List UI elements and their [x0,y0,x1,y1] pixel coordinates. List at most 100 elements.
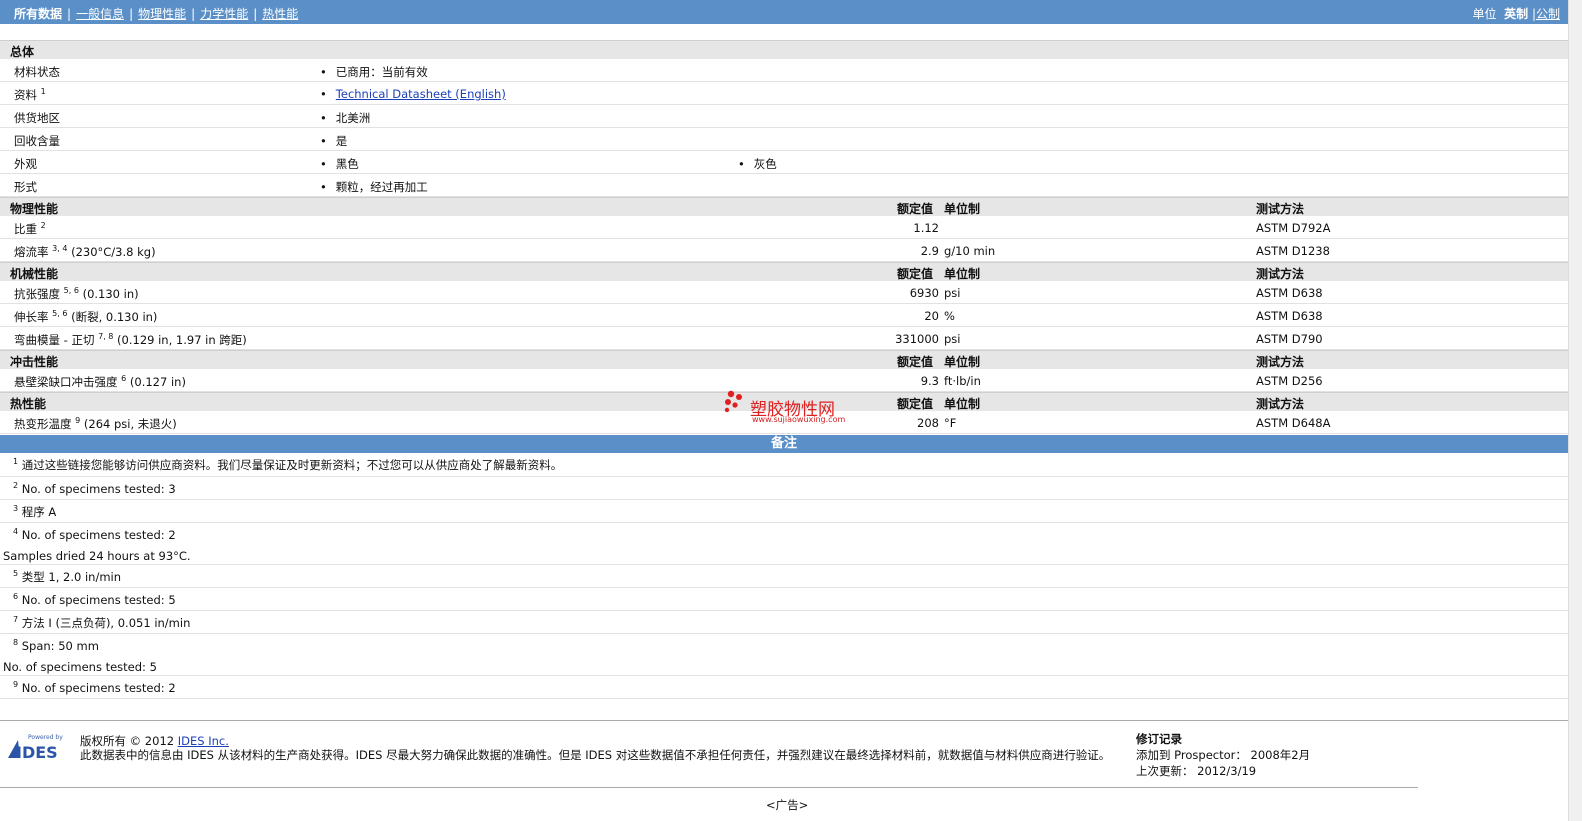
section-title: 机械性能 [10,267,59,281]
test-method: ASTM D790 [1256,332,1323,346]
table-row: 熔流率 3, 4 (230°C/3.8 kg) 2.9 g/10 min AST… [0,239,1568,262]
unit-value: % [944,309,955,323]
section-title: 热性能 [10,397,47,411]
property-label: 供货地区 [14,111,60,125]
table-row: 弯曲模量 - 正切 7, 8 (0.129 in, 1.97 in 跨距) 33… [0,327,1568,350]
nominal-value: 2.9 [920,244,939,258]
unit-value: psi [944,286,961,300]
table-row: 形式 颗粒，经过再加工 [0,174,1568,197]
column-header-method: 测试方法 [1256,267,1305,281]
svg-text:IDES: IDES [16,743,58,760]
property-value: 北美洲 [320,110,371,126]
section-header-general: 总体 [0,40,1568,59]
ides-link[interactable]: IDES Inc. [178,734,229,748]
table-row: 悬壁梁缺口冲击强度 6 (0.127 in) 9.3 ft·lb/in ASTM… [0,369,1568,392]
nominal-value: 6930 [909,286,939,300]
property-label: 弯曲模量 - 正切 7, 8 (0.129 in, 1.97 in 跨距) [14,332,247,347]
column-header-nominal: 额定值 [897,267,934,281]
ides-logo[interactable]: Powered by IDES [8,734,68,760]
property-value: 颗粒，经过再加工 [320,179,428,195]
column-header-unit: 单位制 [944,202,981,216]
watermark: 塑胶物性网 www.sujiaowuxing.com [722,389,845,424]
section-nav: 所有数据 | 一般信息 | 物理性能 | 力学性能 | 热性能 [14,5,298,22]
nav-separator: | [191,7,196,21]
unit-imperial: 英制 [1504,7,1529,21]
added-label: 添加到 Prospector： [1136,748,1247,762]
disclaimer: 此数据表中的信息由 IDES 从该材料的生产商处获得。IDES 尽最大努力确保此… [80,748,1111,762]
section-title: 冲击性能 [10,355,59,369]
section-title: 总体 [10,45,35,59]
property-label: 伸长率 5, 6 (断裂, 0.130 in) [14,309,158,324]
unit-value: psi [944,332,961,346]
property-label: 抗张强度 5, 6 (0.130 in) [14,286,139,301]
column-header-method: 测试方法 [1256,397,1305,411]
column-header-method: 测试方法 [1256,202,1305,216]
ad-divider [0,787,1418,788]
property-value: 是 [320,133,348,149]
added-value: 2008年2月 [1250,748,1311,762]
test-method: ASTM D638 [1256,286,1323,300]
property-label: 资料 1 [14,87,46,102]
nominal-value: 208 [917,416,939,430]
property-label: 外观 [14,157,37,171]
unit-value: ft·lb/in [944,374,981,388]
advertisement-label: <广告> [766,798,809,812]
column-header-unit: 单位制 [944,355,981,369]
note-item: 9 No. of specimens tested: 2 [0,676,1568,699]
table-row: 伸长率 5, 6 (断裂, 0.130 in) 20 % ASTM D638 [0,304,1568,327]
note-item: 6 No. of specimens tested: 5 [0,588,1568,611]
nav-general-info[interactable]: 一般信息 [76,7,124,21]
nav-all-data[interactable]: 所有数据 [14,5,62,22]
section-title: 物理性能 [10,202,59,216]
table-row: 供货地区 北美洲 [0,105,1568,128]
nav-separator: | [129,7,134,21]
footer-divider [0,720,1568,721]
property-label: 悬壁梁缺口冲击强度 6 (0.127 in) [14,374,186,389]
property-label: 热变形温度 9 (264 psi, 未退火) [14,416,177,431]
updated-value: 2012/3/19 [1197,764,1257,778]
test-method: ASTM D638 [1256,309,1323,323]
property-label: 回收含量 [14,134,60,148]
table-row: 抗张强度 5, 6 (0.130 in) 6930 psi ASTM D638 [0,281,1568,304]
unit-value: g/10 min [944,244,996,258]
test-method: ASTM D792A [1256,221,1331,235]
svg-text:Powered by: Powered by [28,734,63,741]
top-nav-bar: 所有数据 | 一般信息 | 物理性能 | 力学性能 | 热性能 单位 英制 |公制 [0,0,1568,24]
test-method: ASTM D256 [1256,374,1323,388]
nav-thermal[interactable]: 热性能 [262,7,298,21]
nominal-value: 1.12 [913,221,939,235]
nav-mechanical[interactable]: 力学性能 [200,7,248,21]
updated-label: 上次更新： [1136,764,1194,778]
nominal-value: 9.3 [920,374,939,388]
column-header-nominal: 额定值 [897,202,934,216]
vertical-scrollbar[interactable] [1568,0,1582,821]
nav-separator: | [67,7,72,21]
note-item: 2 No. of specimens tested: 3 [0,477,1568,500]
revision-history: 修订记录 添加到 Prospector： 2008年2月 上次更新： 2012/… [1136,731,1310,779]
column-header-nominal: 额定值 [897,355,934,369]
table-row: 材料状态 已商用：当前有效 [0,59,1568,82]
property-value: 灰色 [738,156,777,172]
nav-separator: | [253,7,258,21]
unit-metric-link[interactable]: 公制 [1536,7,1560,21]
table-row: 比重 2 1.12 ASTM D792A [0,216,1568,239]
note-item: 7 方法 I (三点负荷), 0.051 in/min [0,611,1568,634]
note-item: 3 程序 A [0,500,1568,523]
table-row: 资料 1 Technical Datasheet (English) [0,82,1568,105]
nav-physical[interactable]: 物理性能 [138,7,186,21]
table-row: 外观 黑色 灰色 [0,151,1568,174]
column-header-unit: 单位制 [944,267,981,281]
note-item: 4 No. of specimens tested: 2 Samples dri… [0,523,1568,565]
unit-switcher: 单位 英制 |公制 [1472,7,1560,21]
section-header-physical: 物理性能 额定值 单位制 测试方法 [0,197,1568,216]
watermark-logo-icon [724,390,742,413]
test-method: ASTM D648A [1256,416,1331,430]
section-header-mechanical: 机械性能 额定值 单位制 测试方法 [0,262,1568,281]
property-value: 已商用：当前有效 [320,64,428,80]
section-header-impact: 冲击性能 额定值 单位制 测试方法 [0,350,1568,369]
test-method: ASTM D1238 [1256,244,1330,258]
note-item: 5 类型 1, 2.0 in/min [0,565,1568,588]
revision-title: 修订记录 [1136,732,1182,746]
note-item: 1 通过这些链接您能够访问供应商资料。我们尽量保证及时更新资料；不过您可以从供应… [0,453,1568,477]
datasheet-link[interactable]: Technical Datasheet (English) [320,87,506,101]
